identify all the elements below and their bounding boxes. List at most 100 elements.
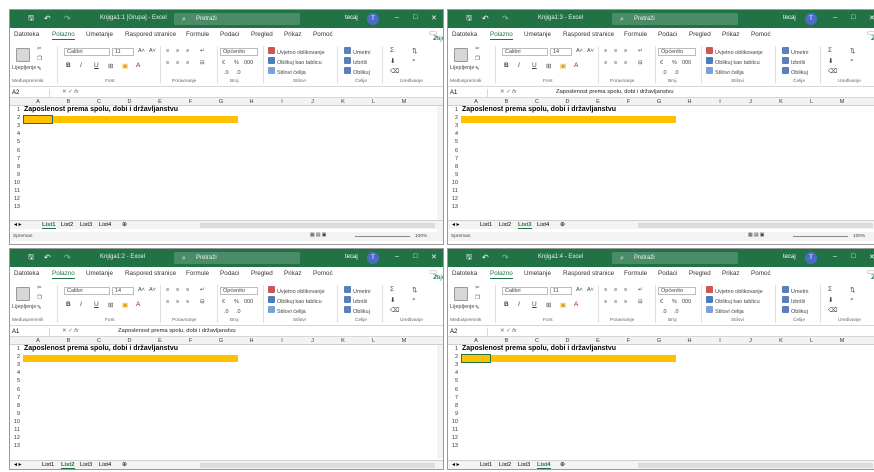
- column-header-l[interactable]: L: [359, 98, 389, 106]
- align-bottom-icon[interactable]: ≡: [186, 48, 189, 54]
- increase-decimal-icon[interactable]: .0: [662, 70, 667, 76]
- currency-icon[interactable]: €: [222, 299, 225, 305]
- fill-icon[interactable]: ⬇: [390, 296, 395, 304]
- undo-icon[interactable]: ↶: [44, 14, 53, 23]
- percent-icon[interactable]: %: [672, 60, 677, 66]
- column-header-g[interactable]: G: [644, 337, 674, 345]
- row-header-13[interactable]: 13: [10, 204, 22, 212]
- borders-icon[interactable]: ⊞: [108, 301, 113, 309]
- comma-icon[interactable]: 000: [682, 60, 691, 66]
- format-as-table-button[interactable]: Oblikuj kao tablicu: [268, 57, 322, 66]
- redo-icon[interactable]: ↷: [64, 14, 73, 23]
- tab-home[interactable]: Polazno: [490, 270, 513, 279]
- font-name-select[interactable]: Calibri: [502, 287, 548, 295]
- align-middle-icon[interactable]: ≡: [614, 287, 617, 293]
- sheet-tab-list3[interactable]: List3: [518, 462, 530, 468]
- currency-icon[interactable]: €: [222, 60, 225, 66]
- redo-icon[interactable]: ↷: [502, 14, 511, 23]
- decrease-decimal-icon[interactable]: .0: [236, 309, 241, 315]
- cell-styles-button[interactable]: Stilovi ćelija: [706, 67, 744, 76]
- tab-home[interactable]: Polazno: [52, 31, 75, 40]
- redo-icon[interactable]: ↷: [502, 253, 511, 262]
- column-header-d[interactable]: D: [115, 337, 145, 345]
- column-header-a[interactable]: A: [461, 98, 491, 106]
- shrink-font-icon[interactable]: A˅: [149, 287, 156, 293]
- underline-icon[interactable]: U: [94, 301, 99, 308]
- row-header-3[interactable]: 3: [10, 362, 22, 370]
- row-header-9[interactable]: 9: [448, 172, 460, 180]
- underline-icon[interactable]: U: [532, 301, 537, 308]
- row-header-1[interactable]: 1: [10, 346, 22, 354]
- save-icon[interactable]: 🖫: [466, 14, 475, 23]
- comma-icon[interactable]: 000: [682, 299, 691, 305]
- column-header-k[interactable]: K: [328, 337, 358, 345]
- column-header-i[interactable]: I: [267, 337, 297, 345]
- conditional-formatting-button[interactable]: Uvjetno oblikovanje: [706, 286, 763, 295]
- font-size-select[interactable]: 11: [550, 287, 572, 295]
- tab-help[interactable]: Pomoć: [751, 31, 771, 38]
- find-select-icon[interactable]: ⌕: [850, 296, 854, 304]
- copy-icon[interactable]: ❐: [37, 56, 42, 62]
- bold-icon[interactable]: B: [504, 62, 509, 69]
- worksheet-grid[interactable]: A B C D E F G H I J K L M 1 2 3 4 5 6 7 8 9 10 11 12 13 Zaposlenos…: [448, 98, 874, 235]
- font-name-select[interactable]: Calibri: [64, 287, 110, 295]
- row-header-3[interactable]: 3: [10, 123, 22, 131]
- row-header-10[interactable]: 10: [10, 180, 22, 188]
- horizontal-scrollbar[interactable]: [200, 463, 435, 468]
- row-header-8[interactable]: 8: [448, 403, 460, 411]
- sheet-tab-list3[interactable]: List3: [80, 462, 92, 468]
- paste-icon[interactable]: [454, 287, 468, 301]
- row-header-13[interactable]: 13: [448, 204, 460, 212]
- share-button[interactable]: ↗ Zajedničko korištenje: [867, 31, 874, 42]
- row-header-10[interactable]: 10: [448, 419, 460, 427]
- sheet-tab-list4[interactable]: List4: [99, 222, 111, 228]
- tab-data[interactable]: Podaci: [220, 31, 239, 38]
- autosum-icon[interactable]: Σ: [390, 286, 394, 293]
- percent-icon[interactable]: %: [672, 299, 677, 305]
- tab-layout[interactable]: Raspored stranice: [125, 270, 176, 277]
- column-header-f[interactable]: F: [176, 98, 206, 106]
- format-as-table-button[interactable]: Oblikuj kao tablicu: [706, 296, 760, 305]
- column-header-d[interactable]: D: [115, 98, 145, 106]
- clear-icon[interactable]: ⌫: [390, 306, 399, 314]
- column-header-f[interactable]: F: [176, 337, 206, 345]
- column-header-e[interactable]: E: [583, 98, 613, 106]
- column-header-j[interactable]: J: [736, 337, 766, 345]
- decrease-decimal-icon[interactable]: .0: [674, 70, 679, 76]
- column-header-j[interactable]: J: [298, 337, 328, 345]
- delete-cells-button[interactable]: Izbriši: [344, 57, 367, 66]
- tab-help[interactable]: Pomoć: [313, 31, 333, 38]
- wrap-text-icon[interactable]: ↵: [200, 287, 205, 293]
- tab-file[interactable]: Datoteka: [452, 31, 477, 38]
- shrink-font-icon[interactable]: A˅: [587, 48, 594, 54]
- insert-cells-button[interactable]: Umetni: [782, 47, 808, 56]
- column-header-l[interactable]: L: [797, 337, 827, 345]
- shrink-font-icon[interactable]: A˅: [587, 287, 594, 293]
- row-header-4[interactable]: 4: [10, 131, 22, 139]
- cell-styles-button[interactable]: Stilovi ćelija: [268, 67, 306, 76]
- cell-styles-button[interactable]: Stilovi ćelija: [268, 306, 306, 315]
- row-header-1[interactable]: 1: [10, 107, 22, 115]
- cell-a1[interactable]: Zaposlenost prema spolu, dobi i državlja…: [24, 106, 178, 113]
- autosum-icon[interactable]: Σ: [390, 47, 394, 54]
- maximize-icon[interactable]: □: [413, 14, 417, 21]
- merge-center-icon[interactable]: ⊟: [638, 60, 643, 66]
- worksheet-grid[interactable]: A B C D E F G H I J K L M 1 2 3 4 5 6 7 8 9 10 11 12 13 Zaposlenos…: [448, 337, 874, 458]
- undo-icon[interactable]: ↶: [482, 253, 491, 262]
- minimize-icon[interactable]: –: [833, 253, 837, 260]
- paste-icon[interactable]: [16, 48, 30, 62]
- increase-decimal-icon[interactable]: .0: [224, 70, 229, 76]
- format-painter-icon[interactable]: ✎: [475, 66, 480, 72]
- align-right-icon[interactable]: ≡: [624, 299, 627, 305]
- row-header-9[interactable]: 9: [448, 411, 460, 419]
- minimize-icon[interactable]: –: [395, 14, 399, 21]
- fx-icon[interactable]: fx: [74, 328, 78, 334]
- format-painter-icon[interactable]: ✎: [37, 305, 42, 311]
- name-box[interactable]: A1: [450, 89, 488, 97]
- row-header-11[interactable]: 11: [10, 427, 22, 435]
- find-select-icon[interactable]: ⌕: [412, 57, 416, 65]
- save-icon[interactable]: 🖫: [28, 253, 37, 262]
- clear-icon[interactable]: ⌫: [828, 306, 837, 314]
- format-cells-button[interactable]: Oblikuj: [782, 306, 808, 315]
- search-box[interactable]: ⌕ Pretraži: [174, 13, 300, 25]
